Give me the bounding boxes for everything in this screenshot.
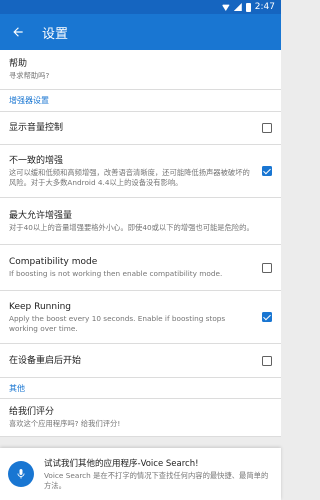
setting-summary: 对于40以上的音量增强要格外小心。即使40或以下的增强也可能是危险的。 (9, 222, 254, 232)
setting-title: 显示音量控制 (9, 123, 64, 133)
setting-title: 不一致的增强 (9, 155, 64, 166)
promo-description: Voice Search 是在不打字的情况下查找任何内容的最快捷、最简单的方法。 (44, 470, 269, 490)
setting-title: Compatibility mode (9, 257, 98, 267)
setting-volume-control[interactable]: 显示音量控制 (0, 112, 281, 145)
setting-title: 给我们评分 (9, 407, 55, 417)
settings-list[interactable]: 帮助 寻求帮助吗? 增强器设置 显示音量控制 不一致的增强 这可以缓和低频和高频… (0, 50, 281, 500)
compat-mode-checkbox[interactable] (262, 262, 272, 273)
arrow-left-icon (13, 27, 23, 37)
section-header-other: 其他 (0, 378, 281, 399)
volume-control-checkbox[interactable] (262, 123, 272, 133)
status-time: 2:47 (254, 2, 275, 12)
setting-rate-us[interactable]: 给我们评分 喜欢这个应用程序吗? 给我们评分! (0, 399, 281, 437)
setting-title: 帮助 (9, 59, 28, 69)
setting-summary: 这可以缓和低频和高频增强，改善语音清晰度，还可能降低扬声器被破坏的风险。对于大多… (9, 167, 250, 187)
inconsistent-boost-checkbox[interactable] (262, 166, 272, 176)
start-on-boot-checkbox[interactable] (262, 355, 272, 366)
wifi-icon (221, 4, 230, 11)
battery-icon (245, 2, 251, 12)
microphone-icon (17, 469, 25, 479)
setting-help[interactable]: 帮助 寻求帮助吗? (0, 50, 281, 90)
setting-summary: Apply the boost every 10 seconds. Enable… (9, 313, 226, 333)
setting-start-on-boot[interactable]: 在设备重启后开始 (0, 344, 281, 378)
back-button[interactable] (8, 22, 28, 42)
page-title: 设置 (42, 26, 69, 42)
setting-title: 最大允许增强量 (9, 210, 73, 221)
signal-icon (233, 3, 242, 11)
setting-title: 在设备重启后开始 (9, 355, 82, 366)
setting-summary: 喜欢这个应用程序吗? 给我们评分! (9, 419, 121, 428)
voice-search-button[interactable] (8, 461, 34, 487)
promo-title: 试试我们其他的应用程序-Voice Search! (44, 458, 199, 469)
setting-title: Keep Running (9, 301, 71, 312)
section-header-enhancer: 增强器设置 (0, 90, 281, 112)
setting-compat-mode[interactable]: Compatibility mode If boosting is not wo… (0, 245, 281, 291)
app-bar: 设置 (0, 14, 281, 50)
setting-summary: 寻求帮助吗? (9, 71, 50, 80)
setting-keep-running[interactable]: Keep Running Apply the boost every 10 se… (0, 291, 281, 344)
setting-max-boost[interactable]: 最大允许增强量 对于40以上的音量增强要格外小心。即使40或以下的增强也可能是危… (0, 198, 281, 245)
promo-banner[interactable]: 试试我们其他的应用程序-Voice Search! Voice Search 是… (0, 448, 281, 500)
status-bar: 2:47 (0, 0, 281, 14)
keep-running-checkbox[interactable] (262, 312, 272, 322)
setting-inconsistent-boost[interactable]: 不一致的增强 这可以缓和低频和高频增强，改善语音清晰度，还可能降低扬声器被破坏的… (0, 145, 281, 198)
setting-summary: If boosting is not working then enable c… (9, 269, 223, 278)
